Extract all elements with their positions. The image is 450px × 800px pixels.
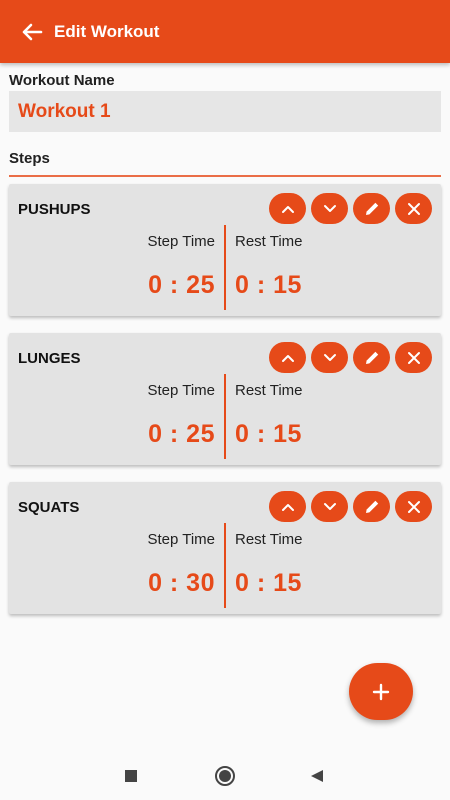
time-divider	[224, 523, 226, 608]
rest-time-value[interactable]: 0 : 15	[235, 271, 302, 300]
back-nav-button[interactable]	[297, 752, 337, 800]
step-actions	[269, 193, 432, 224]
step-actions	[269, 491, 432, 522]
step-actions	[269, 342, 432, 373]
close-icon	[407, 500, 420, 513]
rest-time-value[interactable]: 0 : 15	[235, 420, 302, 449]
step-card: PUSHUPS Step Time Rest Time 0 : 25 0 : 1…	[9, 184, 441, 316]
step-card: LUNGES Step Time Rest Time 0 : 25 0 : 15	[9, 333, 441, 465]
rest-time-label: Rest Time	[235, 531, 303, 548]
pencil-icon	[365, 500, 378, 513]
recent-apps-icon	[125, 770, 137, 782]
step-time-label: Step Time	[147, 382, 215, 399]
chevron-down-icon	[323, 204, 336, 212]
pencil-icon	[365, 351, 378, 364]
recent-apps-button[interactable]	[111, 752, 151, 800]
step-time-label: Step Time	[147, 233, 215, 250]
edit-button[interactable]	[353, 491, 390, 522]
rest-time-label: Rest Time	[235, 382, 303, 399]
move-up-button[interactable]	[269, 193, 306, 224]
step-name: SQUATS	[18, 499, 80, 516]
arrow-back-icon	[22, 23, 43, 40]
move-down-button[interactable]	[311, 193, 348, 224]
app-bar: Edit Workout	[0, 0, 450, 63]
plus-icon	[372, 683, 390, 700]
step-time-value[interactable]: 0 : 25	[148, 271, 215, 300]
move-down-button[interactable]	[311, 342, 348, 373]
step-time-value[interactable]: 0 : 30	[148, 569, 215, 598]
workout-form: Workout Name Workout 1 Steps	[9, 63, 441, 177]
delete-button[interactable]	[395, 193, 432, 224]
close-icon	[407, 351, 420, 364]
delete-button[interactable]	[395, 342, 432, 373]
workout-name-value: Workout 1	[18, 100, 111, 122]
step-card: SQUATS Step Time Rest Time 0 : 30 0 : 15	[9, 482, 441, 614]
edit-button[interactable]	[353, 193, 390, 224]
home-icon	[215, 766, 235, 786]
close-icon	[407, 202, 420, 215]
add-step-button[interactable]	[349, 663, 413, 720]
time-divider	[224, 374, 226, 459]
rest-time-label: Rest Time	[235, 233, 303, 250]
chevron-down-icon	[323, 502, 336, 510]
back-icon	[311, 770, 323, 782]
system-nav-bar	[0, 752, 450, 800]
pencil-icon	[365, 202, 378, 215]
workout-name-label: Workout Name	[9, 72, 115, 89]
steps-label: Steps	[9, 150, 50, 167]
page-title: Edit Workout	[54, 21, 160, 41]
move-up-button[interactable]	[269, 342, 306, 373]
step-name: LUNGES	[18, 350, 81, 367]
chevron-up-icon	[281, 354, 294, 362]
steps-divider	[9, 175, 441, 177]
chevron-down-icon	[323, 353, 336, 361]
chevron-up-icon	[281, 205, 294, 213]
time-divider	[224, 225, 226, 310]
move-up-button[interactable]	[269, 491, 306, 522]
step-name: PUSHUPS	[18, 201, 91, 218]
step-time-label: Step Time	[147, 531, 215, 548]
edit-button[interactable]	[353, 342, 390, 373]
move-down-button[interactable]	[311, 491, 348, 522]
delete-button[interactable]	[395, 491, 432, 522]
step-time-value[interactable]: 0 : 25	[148, 420, 215, 449]
rest-time-value[interactable]: 0 : 15	[235, 569, 302, 598]
workout-name-field[interactable]: Workout 1	[9, 91, 441, 132]
home-button[interactable]	[205, 752, 245, 800]
chevron-up-icon	[281, 503, 294, 511]
